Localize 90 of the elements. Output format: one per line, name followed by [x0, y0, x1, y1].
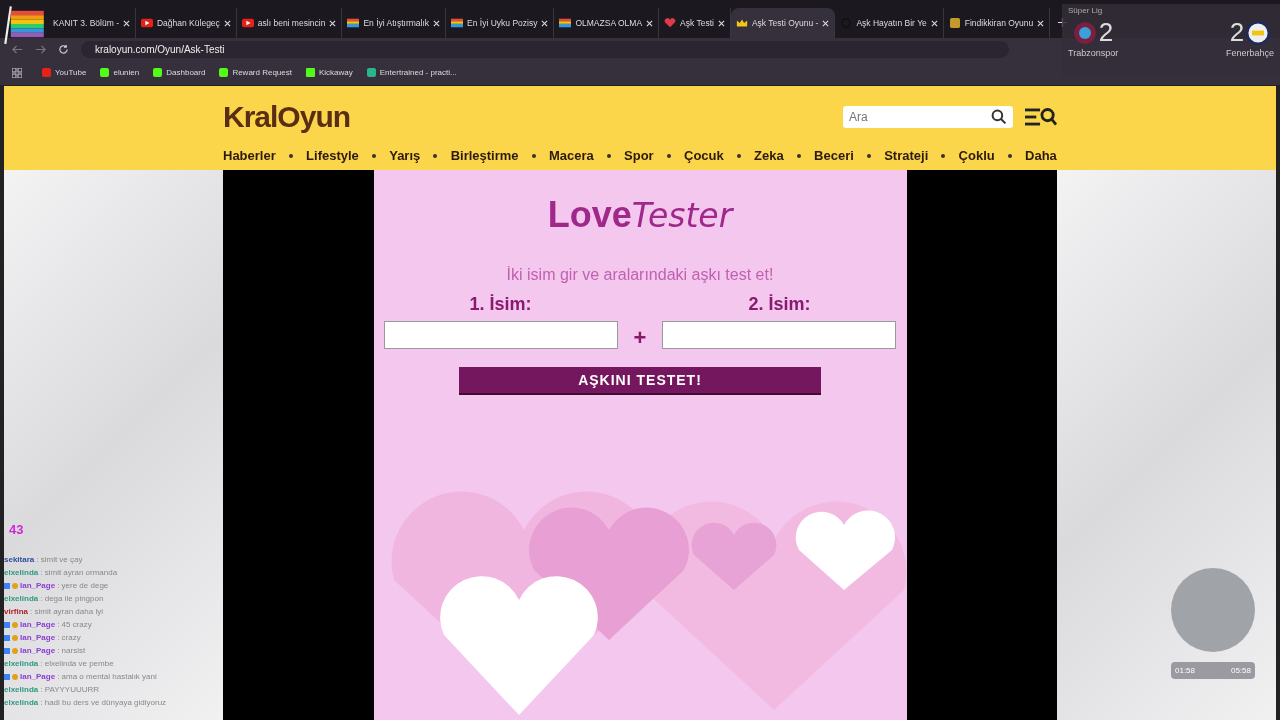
close-icon[interactable] — [433, 19, 441, 27]
chat-message: : simit ayran ormanda — [40, 568, 118, 577]
apps-grid-icon[interactable] — [12, 67, 22, 78]
chat-message: : PAYYYUUURR — [40, 685, 100, 694]
chat-message: : narsist — [57, 646, 86, 655]
chat-username: Ian_Page — [20, 620, 56, 629]
rainbow-icon — [347, 18, 360, 28]
nav-link[interactable]: Zeka — [754, 148, 784, 163]
close-icon[interactable] — [329, 19, 337, 27]
instruction-text: İki isim gir ve aralarındaki aşkı test et! — [506, 266, 774, 284]
away-team: Fenerbahçe — [1225, 48, 1274, 58]
viewer-count: 43 — [9, 522, 24, 537]
chat-username: elxelinda — [4, 568, 39, 577]
close-icon[interactable] — [646, 19, 654, 27]
bookmark[interactable]: Dashboard — [153, 68, 206, 77]
close-icon[interactable] — [1037, 19, 1045, 27]
chat-username: elxelinda — [4, 685, 39, 694]
forward-icon[interactable] — [35, 43, 46, 55]
chat-username: Ian_Page — [20, 646, 56, 655]
bookmark[interactable]: YouTube — [42, 68, 87, 77]
chat-message: : hadi bu ders ve dünyaya gidiyoruz — [40, 698, 167, 707]
bookmark[interactable]: Reward Request — [219, 68, 292, 77]
nav-link[interactable]: Yarış — [389, 148, 421, 163]
total-time: 05:58 — [1230, 666, 1251, 675]
love-tester-logo: LoveTester — [547, 194, 733, 236]
bookmark[interactable]: Kickaway — [306, 68, 353, 77]
heart-icon — [664, 18, 677, 28]
square-icon — [306, 68, 315, 77]
nav-link[interactable]: Macera — [548, 148, 594, 163]
chat-username: elxelinda — [4, 594, 39, 603]
back-icon[interactable] — [12, 43, 23, 55]
home-team: Trabzonspor — [1068, 48, 1119, 58]
search-field[interactable]: Ara — [843, 106, 1013, 128]
nav-link[interactable]: Lifestyle — [306, 148, 359, 163]
close-icon[interactable] — [123, 19, 130, 27]
chat-username: Ian_Page — [20, 672, 56, 681]
chat-message: : dega ile pingpon — [40, 594, 104, 603]
plus-sign: + — [633, 327, 647, 349]
chat-message: : elxelinda ve pembe — [40, 659, 114, 668]
chat-username: Ian_Page — [20, 633, 56, 642]
square-icon — [153, 68, 163, 77]
reload-icon[interactable] — [58, 43, 69, 55]
away-score: 2 — [1229, 17, 1245, 48]
elapsed-time: 01:58 — [1175, 666, 1196, 675]
chat-message: : simit ayran daha iyi — [30, 607, 103, 616]
nav-link[interactable]: Çocuk — [684, 148, 724, 163]
name-input[interactable] — [383, 321, 618, 349]
chat-message: : simit ve çay — [36, 555, 83, 564]
chat-message: : yere de dege — [57, 581, 109, 590]
nav-link[interactable]: Birleştirme — [450, 148, 519, 163]
search-icon[interactable] — [991, 109, 1007, 125]
menu-search-icon[interactable] — [1025, 107, 1057, 127]
chat-username: elxelinda — [4, 698, 39, 707]
nav-link[interactable]: Beceri — [814, 148, 854, 163]
club-crest-icon — [1246, 20, 1271, 45]
nav-link[interactable]: Daha — [1025, 148, 1057, 163]
chat-message: : crazy — [57, 633, 81, 642]
rainbow-icon — [451, 18, 464, 28]
name-label: 1. İsim: — [469, 294, 532, 315]
chat-message: : 45 crazy — [57, 620, 92, 629]
nav-link[interactable]: Strateji — [884, 148, 929, 163]
chat-username: sekitara — [4, 555, 35, 564]
chat-username: Ian_Page — [20, 581, 56, 590]
close-icon[interactable] — [822, 19, 830, 27]
chat-username: virfina — [4, 607, 28, 616]
close-icon[interactable] — [223, 19, 231, 27]
league-name: Süper Lig — [1068, 6, 1104, 15]
chat-message: : ama o mental hastalık yani — [57, 672, 157, 681]
name-label: 2. İsim: — [748, 294, 811, 315]
home-score: 2 — [1098, 17, 1114, 48]
bookmark[interactable]: Entertrained - practi... — [366, 68, 457, 77]
address-bar[interactable]: kraloyun.com/Oyun/Ask-Testi — [81, 40, 1009, 58]
close-icon[interactable] — [717, 19, 725, 27]
rainbow-icon — [559, 18, 572, 28]
chat-username: elxelinda — [4, 659, 39, 668]
nav-link[interactable]: Spor — [624, 148, 654, 163]
close-icon[interactable] — [930, 19, 938, 27]
name-input[interactable] — [662, 321, 897, 349]
browser-tab[interactable]: Aşk Testi Oyunu - — [730, 8, 836, 38]
square-icon — [100, 68, 110, 77]
nav-link[interactable]: Çoklu — [958, 148, 995, 163]
tile-icon — [948, 18, 961, 28]
site-logo[interactable]: KralOyun — [223, 100, 351, 134]
test-love-button[interactable]: AŞKINI TESTET! — [459, 367, 821, 395]
bookmark[interactable]: elunien — [100, 68, 140, 77]
close-icon[interactable] — [541, 19, 549, 27]
square-icon — [219, 68, 229, 77]
crown-icon — [735, 18, 748, 28]
nav-link[interactable]: Haberler — [223, 148, 276, 163]
club-crest-icon — [1072, 20, 1097, 45]
